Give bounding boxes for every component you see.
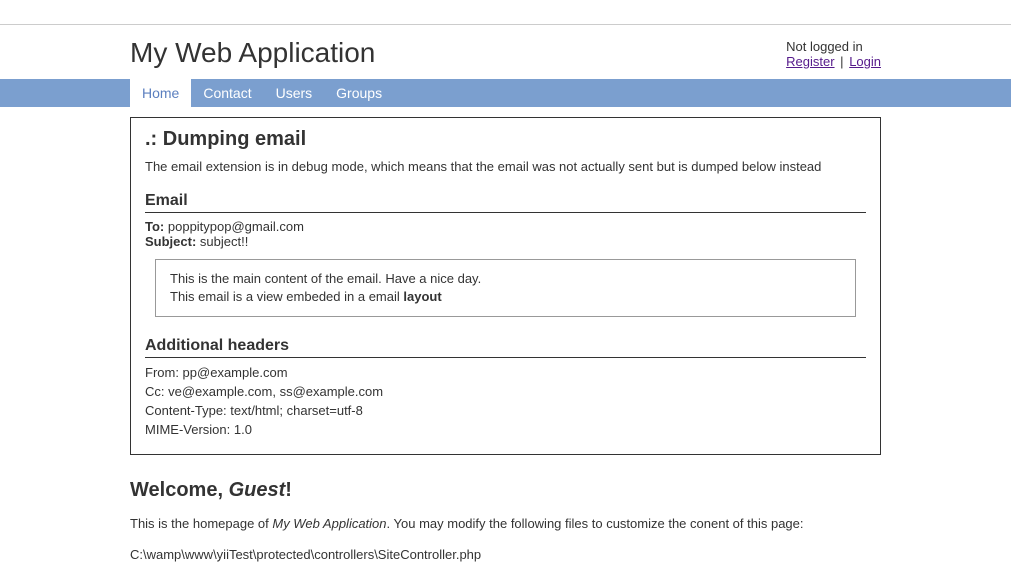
register-link[interactable]: Register xyxy=(786,54,834,69)
main-menu: Home Contact Users Groups xyxy=(0,79,1011,107)
email-body: This is the main content of the email. H… xyxy=(155,259,856,317)
welcome-heading: Welcome, Guest! xyxy=(130,479,881,502)
dump-title: .: Dumping email xyxy=(145,128,866,151)
email-dump-panel: .: Dumping email The email extension is … xyxy=(130,117,881,455)
email-section-heading: Email xyxy=(145,192,866,213)
header: My Web Application Not logged in Registe… xyxy=(0,25,1011,79)
header-line: From: pp@example.com xyxy=(145,364,866,383)
email-body-line: This is the main content of the email. H… xyxy=(170,270,841,288)
email-body-line: This email is a view embeded in a email … xyxy=(170,288,841,306)
subject-label: Subject: xyxy=(145,234,196,249)
to-value: poppitypop@gmail.com xyxy=(168,219,304,234)
menu-item-users[interactable]: Users xyxy=(264,79,325,107)
header-line: Cc: ve@example.com, ss@example.com xyxy=(145,383,866,402)
subject-value: subject!! xyxy=(200,234,248,249)
separator: | xyxy=(840,54,843,69)
dump-description: The email extension is in debug mode, wh… xyxy=(145,159,866,174)
menu-item-home[interactable]: Home xyxy=(130,79,191,107)
login-status: Not logged in xyxy=(786,39,881,54)
additional-headers-heading: Additional headers xyxy=(145,337,866,358)
homepage-description: This is the homepage of My Web Applicati… xyxy=(130,516,881,531)
filepath: C:\wamp\www\yiiTest\protected\controller… xyxy=(130,547,881,562)
page-title: My Web Application xyxy=(130,37,375,69)
menu-item-contact[interactable]: Contact xyxy=(191,79,263,107)
header-line: MIME-Version: 1.0 xyxy=(145,421,866,440)
menu-item-groups[interactable]: Groups xyxy=(324,79,394,107)
login-link[interactable]: Login xyxy=(849,54,881,69)
to-label: To: xyxy=(145,219,164,234)
header-line: Content-Type: text/html; charset=utf-8 xyxy=(145,402,866,421)
email-meta: To: poppitypop@gmail.com Subject: subjec… xyxy=(145,219,866,249)
additional-headers: From: pp@example.com Cc: ve@example.com,… xyxy=(145,364,866,439)
user-box: Not logged in Register | Login xyxy=(786,37,881,69)
